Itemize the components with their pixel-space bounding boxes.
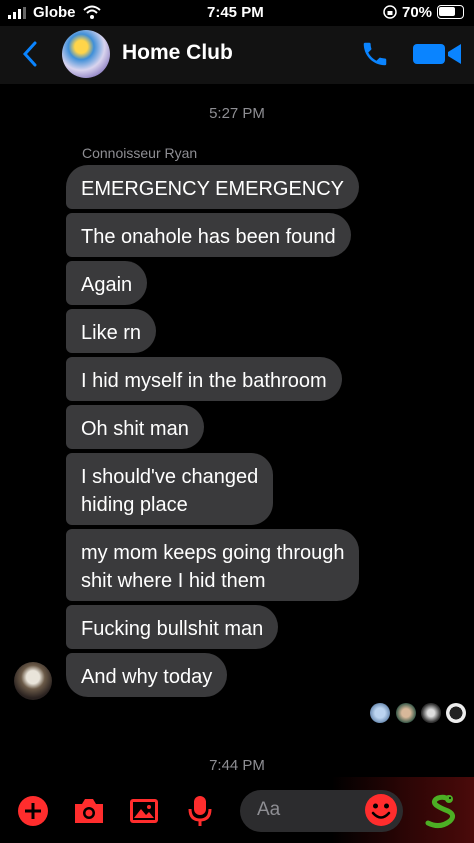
message-bubble[interactable]: Oh shit man: [66, 405, 204, 449]
timestamp: 5:27 PM: [209, 105, 265, 122]
message-text: shit where I hid them: [81, 570, 266, 592]
sender-name: Connoisseur Ryan: [82, 145, 198, 161]
message-input-placeholder: Aa: [257, 799, 281, 820]
battery-icon: [437, 5, 464, 19]
status-bar: Globe 7:45 PM 70%: [0, 0, 474, 26]
message-text: my mom keeps going through: [81, 542, 345, 564]
message-bubble[interactable]: Again: [66, 261, 148, 305]
message-text: Oh shit man: [81, 418, 189, 440]
timestamp: 7:44 PM: [209, 757, 265, 774]
snake-sticker-icon[interactable]: [422, 793, 458, 829]
plus-icon[interactable]: [17, 795, 49, 827]
message-text: EMERGENCY EMERGENCY: [81, 178, 345, 200]
message-text: I should've changed: [81, 466, 259, 488]
message-bubble[interactable]: EMERGENCY EMERGENCY: [66, 165, 360, 209]
back-chevron-icon[interactable]: [22, 41, 38, 67]
read-avatar-4: [446, 703, 466, 723]
carrier-name: Globe: [33, 4, 76, 21]
message-text: I hid myself in the bathroom: [81, 370, 327, 392]
sender-avatar[interactable]: [14, 662, 52, 700]
message-bubble[interactable]: The onahole has been found: [66, 213, 351, 257]
message-text: And why today: [81, 666, 213, 688]
message-bubble[interactable]: my mom keeps going through shit where I …: [66, 529, 360, 601]
chat-title[interactable]: Home Club: [122, 41, 233, 65]
message-text: hiding place: [81, 494, 188, 516]
message-text: Fucking bullshit man: [81, 618, 264, 640]
message-text: The onahole has been found: [81, 226, 336, 248]
message-bubble[interactable]: Like rn: [66, 309, 157, 353]
read-avatar-2: [396, 703, 416, 723]
emoji-icon[interactable]: [364, 793, 398, 827]
message-bubble[interactable]: And why today: [66, 653, 228, 697]
microphone-icon[interactable]: [187, 795, 213, 827]
signal-icon: [8, 7, 26, 19]
message-bubble[interactable]: I hid myself in the bathroom: [66, 357, 342, 401]
read-avatar-1: [370, 703, 390, 723]
message-bubble[interactable]: I should've changed hiding place: [66, 453, 274, 525]
image-icon[interactable]: [128, 797, 160, 825]
wifi-icon: [83, 5, 101, 19]
camera-icon[interactable]: [72, 797, 106, 825]
chat-header: Home Club: [0, 26, 474, 84]
message-bubble[interactable]: Fucking bullshit man: [66, 605, 279, 649]
clock: 7:45 PM: [207, 4, 264, 21]
group-avatar[interactable]: [62, 30, 110, 78]
message-text: Again: [81, 274, 133, 296]
orientation-lock-icon: [383, 5, 397, 19]
read-avatar-3: [421, 703, 441, 723]
battery-percent: 70%: [402, 4, 433, 21]
video-icon[interactable]: [412, 41, 464, 67]
phone-icon[interactable]: [360, 39, 390, 69]
message-text: Like rn: [81, 322, 142, 344]
